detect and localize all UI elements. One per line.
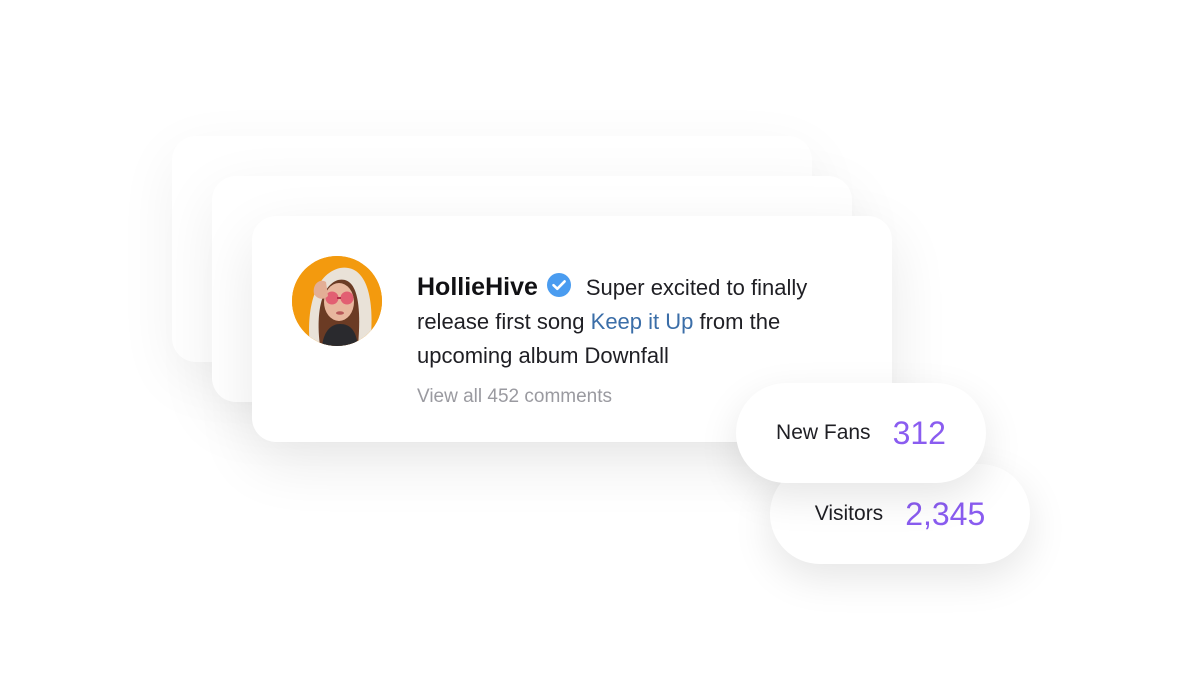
verified-badge-icon (546, 272, 572, 298)
avatar[interactable] (292, 256, 382, 346)
new-fans-label: New Fans (776, 421, 871, 444)
username[interactable]: HollieHive (417, 273, 538, 301)
new-fans-value: 312 (892, 414, 946, 451)
post-text: HollieHive Super excited to finally relea… (417, 270, 867, 373)
visitors-label: Visitors (814, 502, 884, 525)
song-link[interactable]: Keep it Up (591, 309, 694, 334)
new-fans-stat-pill: New Fans 312 (736, 383, 986, 483)
view-comments-link[interactable]: View all 452 comments (417, 386, 612, 408)
visitors-value: 2,345 (905, 495, 986, 532)
avatar-image (292, 256, 382, 346)
stage: HollieHive Super excited to finally relea… (0, 0, 1200, 700)
